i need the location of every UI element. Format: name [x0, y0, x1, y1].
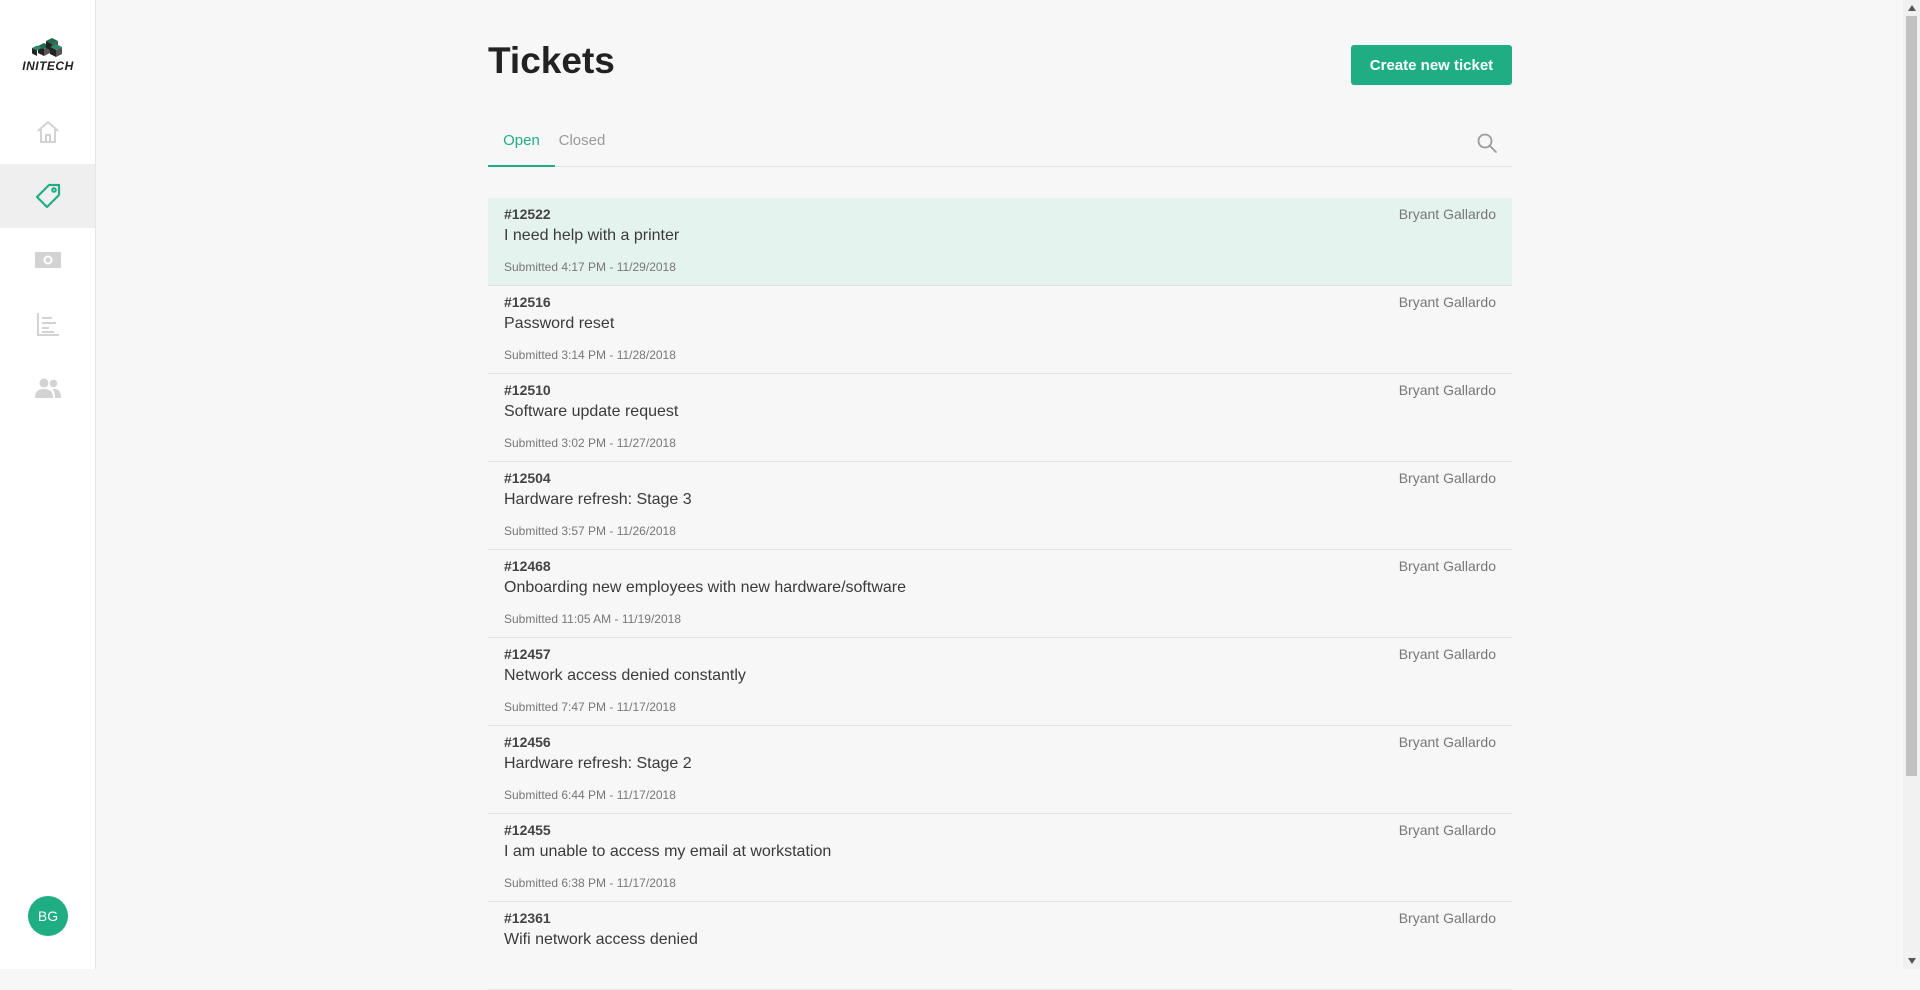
arrow-up-icon — [1907, 5, 1916, 11]
ticket-submitted-date: Submitted 7:47 PM - 11/17/2018 — [504, 700, 676, 714]
ticket-submitted-date: Submitted 6:38 PM - 11/17/2018 — [504, 876, 676, 890]
scroll-down-arrow[interactable] — [1903, 953, 1920, 969]
ticket-assignee: Bryant Gallardo — [1398, 910, 1496, 926]
search-button[interactable] — [1476, 132, 1498, 154]
ticket-id: #12457 — [504, 646, 551, 662]
ticket-list: #12522 I need help with a printer Submit… — [488, 198, 1512, 990]
sidebar: INITECH BG — [0, 0, 96, 969]
ticket-row[interactable]: #12510 Software update request Submitted… — [488, 374, 1512, 462]
ticket-assignee: Bryant Gallardo — [1398, 734, 1496, 750]
sidebar-item-billing[interactable] — [0, 228, 95, 292]
ticket-id: #12510 — [504, 382, 551, 398]
ticket-id: #12522 — [504, 206, 551, 222]
ticket-assignee: Bryant Gallardo — [1398, 294, 1496, 310]
ticket-row[interactable]: #12522 I need help with a printer Submit… — [488, 198, 1512, 286]
ticket-assignee: Bryant Gallardo — [1398, 646, 1496, 662]
ticket-subject: Hardware refresh: Stage 3 — [504, 491, 692, 508]
ticket-id: #12361 — [504, 910, 551, 926]
ticket-submitted-date: Submitted 3:57 PM - 11/26/2018 — [504, 524, 676, 538]
scroll-up-arrow[interactable] — [1903, 0, 1920, 16]
ticket-row[interactable]: #12456 Hardware refresh: Stage 2 Submitt… — [488, 726, 1512, 814]
ticket-submitted-date: Submitted 6:44 PM - 11/17/2018 — [504, 788, 676, 802]
arrow-down-icon — [1907, 958, 1916, 964]
page-title: Tickets — [488, 40, 615, 81]
tab-closed[interactable]: Closed — [556, 118, 608, 165]
ticket-row[interactable]: #12361 Wifi network access denied Bryant… — [488, 902, 1512, 990]
home-icon — [36, 121, 59, 143]
page-scrollbar[interactable] — [1903, 0, 1920, 969]
ticket-subject: I need help with a printer — [504, 227, 680, 244]
initech-logo[interactable]: INITECH — [16, 36, 80, 73]
create-new-ticket-button[interactable]: Create new ticket — [1351, 45, 1512, 85]
ticket-assignee: Bryant Gallardo — [1398, 470, 1496, 486]
ticket-tabs: Open Closed — [488, 118, 1512, 167]
money-icon — [34, 252, 61, 268]
ticket-subject: Onboarding new employees with new hardwa… — [504, 579, 906, 596]
ticket-submitted-date: Submitted 3:02 PM - 11/27/2018 — [504, 436, 676, 450]
ticket-assignee: Bryant Gallardo — [1398, 822, 1496, 838]
sidebar-item-reports[interactable] — [0, 292, 95, 356]
ticket-id: #12455 — [504, 822, 551, 838]
user-avatar[interactable]: BG — [28, 896, 68, 936]
ticket-row[interactable]: #12504 Hardware refresh: Stage 3 Submitt… — [488, 462, 1512, 550]
ticket-assignee: Bryant Gallardo — [1398, 382, 1496, 398]
ticket-id: #12468 — [504, 558, 551, 574]
ticket-row[interactable]: #12455 I am unable to access my email at… — [488, 814, 1512, 902]
ticket-assignee: Bryant Gallardo — [1398, 558, 1496, 574]
people-icon — [34, 378, 61, 398]
ticket-submitted-date: Submitted 4:17 PM - 11/29/2018 — [504, 260, 676, 274]
sidebar-item-users[interactable] — [0, 356, 95, 420]
sidebar-item-home[interactable] — [0, 100, 95, 164]
ticket-submitted-date: Submitted 11:05 AM - 11/19/2018 — [504, 612, 682, 626]
logo-text: INITECH — [22, 59, 74, 73]
logo-cubes-icon — [32, 38, 62, 57]
ticket-row[interactable]: #12516 Password reset Submitted 3:14 PM … — [488, 286, 1512, 374]
search-icon — [1477, 133, 1497, 153]
ticket-submitted-date: Submitted 3:14 PM - 11/28/2018 — [504, 348, 676, 362]
ticket-subject: Software update request — [504, 403, 679, 420]
tag-icon — [35, 183, 60, 209]
bar-chart-icon — [36, 313, 59, 336]
ticket-id: #12456 — [504, 734, 551, 750]
ticket-row[interactable]: #12468 Onboarding new employees with new… — [488, 550, 1512, 638]
ticket-row[interactable]: #12457 Network access denied constantly … — [488, 638, 1512, 726]
scrollbar-thumb[interactable] — [1906, 16, 1917, 776]
ticket-id: #12516 — [504, 294, 551, 310]
avatar-initials: BG — [37, 908, 59, 924]
ticket-subject: Wifi network access denied — [504, 931, 698, 948]
sidebar-item-tickets[interactable] — [0, 164, 95, 228]
tab-open[interactable]: Open — [488, 118, 555, 167]
ticket-id: #12504 — [504, 470, 551, 486]
ticket-subject: I am unable to access my email at workst… — [504, 843, 832, 860]
ticket-subject: Password reset — [504, 315, 615, 332]
ticket-assignee: Bryant Gallardo — [1398, 206, 1496, 222]
ticket-subject: Network access denied constantly — [504, 667, 746, 684]
ticket-subject: Hardware refresh: Stage 2 — [504, 755, 692, 772]
